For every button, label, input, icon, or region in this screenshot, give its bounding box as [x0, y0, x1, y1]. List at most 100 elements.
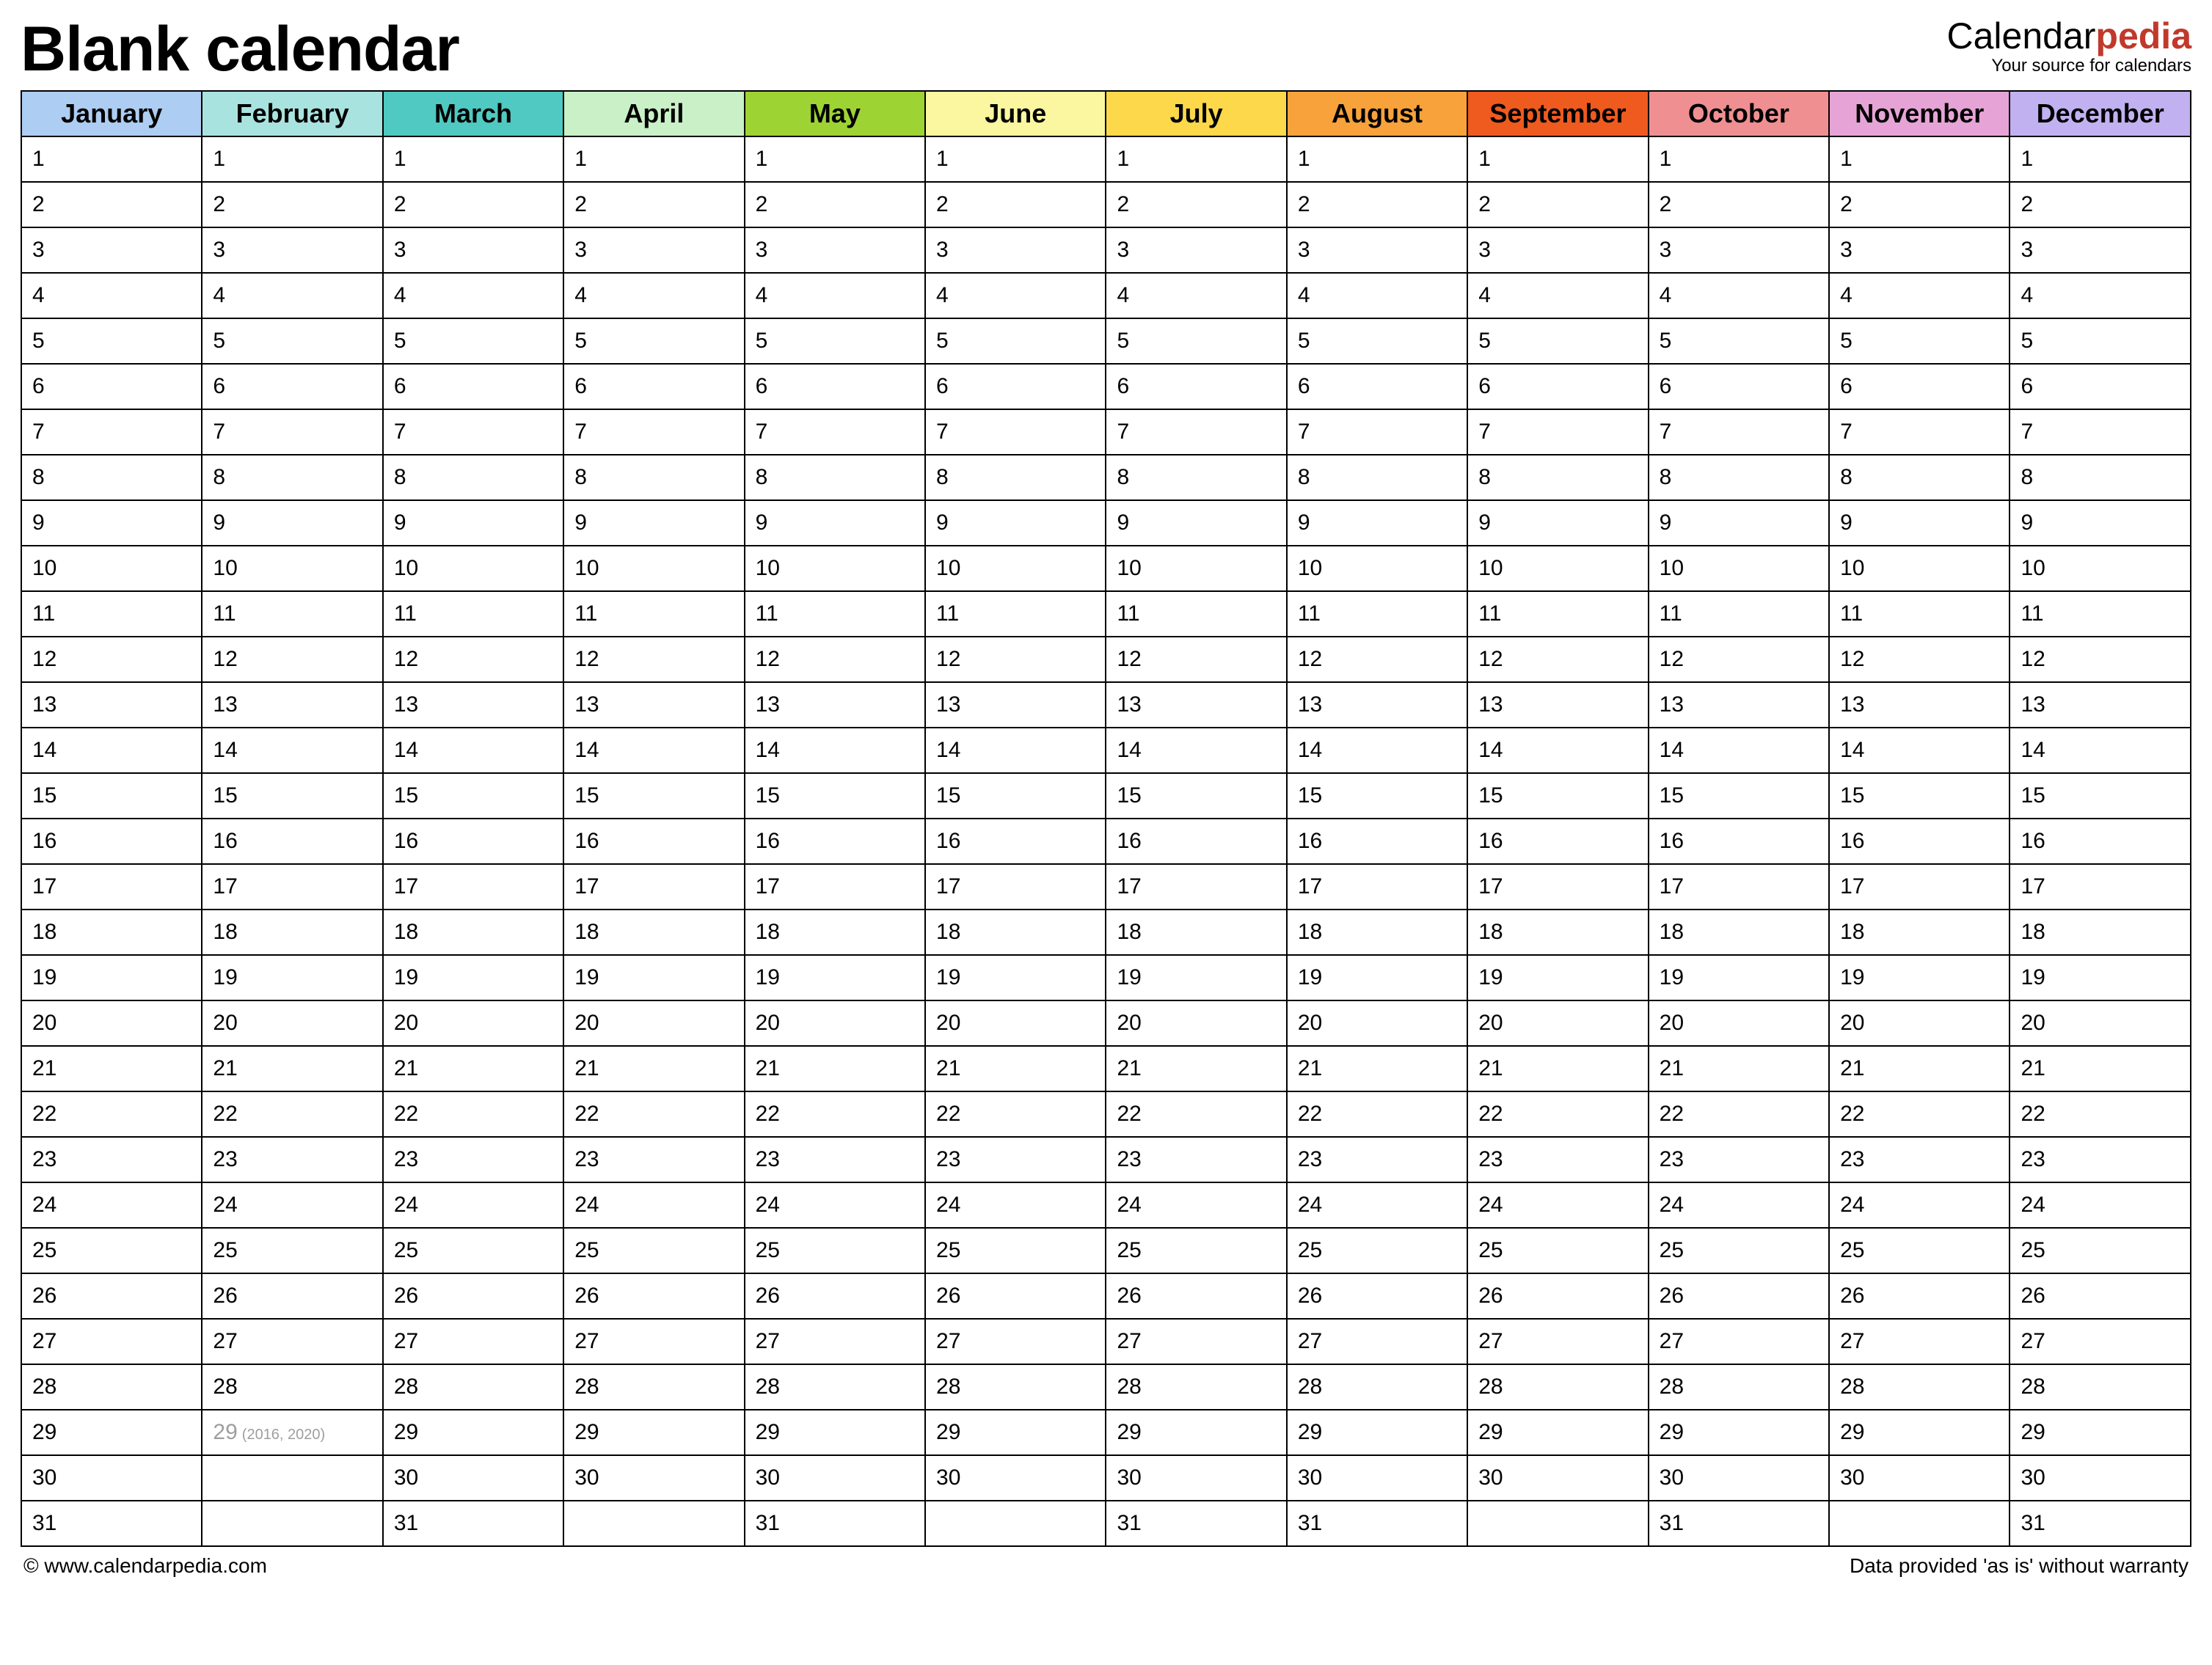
- day-row: 151515151515151515151515: [21, 773, 2191, 819]
- day-cell: 24: [1106, 1182, 1286, 1228]
- day-cell: 29: [1287, 1410, 1467, 1455]
- day-cell: 30: [1287, 1455, 1467, 1501]
- day-cell: 2: [563, 182, 744, 227]
- day-cell: 22: [1829, 1091, 2010, 1137]
- day-cell: 5: [1287, 318, 1467, 364]
- calendar-table: JanuaryFebruaryMarchAprilMayJuneJulyAugu…: [21, 90, 2191, 1547]
- day-cell: 4: [1287, 273, 1467, 318]
- day-number: 17: [1478, 874, 1503, 899]
- day-number: 7: [213, 420, 225, 444]
- day-number: 12: [213, 647, 237, 671]
- day-number: 2: [756, 192, 768, 216]
- day-number: 29: [936, 1420, 960, 1444]
- day-cell: 5: [563, 318, 744, 364]
- day-cell: 5: [745, 318, 925, 364]
- day-cell: 29: [563, 1410, 744, 1455]
- day-cell: 16: [745, 819, 925, 864]
- day-row: 181818181818181818181818: [21, 910, 2191, 955]
- day-number: 26: [2021, 1284, 2045, 1308]
- day-cell: 25: [383, 1228, 563, 1273]
- day-cell: 29: [1649, 1410, 1829, 1455]
- day-cell: 29: [925, 1410, 1106, 1455]
- day-number: 21: [1840, 1056, 1864, 1080]
- day-number: 17: [1117, 874, 1141, 899]
- day-number: 25: [936, 1238, 960, 1262]
- day-cell: 11: [745, 591, 925, 637]
- day-number: 10: [394, 556, 418, 580]
- day-cell: 28: [1467, 1364, 1648, 1410]
- day-cell: 19: [563, 955, 744, 1000]
- day-cell: 10: [563, 546, 744, 591]
- day-row: 222222222222: [21, 182, 2191, 227]
- day-cell: 29: [1467, 1410, 1648, 1455]
- day-number: 20: [756, 1011, 780, 1035]
- day-number: 30: [32, 1465, 56, 1490]
- day-number: 3: [936, 238, 949, 262]
- day-cell: 22: [1106, 1091, 1286, 1137]
- day-number: 13: [1298, 692, 1322, 717]
- day-cell: 2: [1829, 182, 2010, 227]
- day-number: 5: [1298, 329, 1310, 353]
- day-cell: 16: [1829, 819, 2010, 864]
- day-number: 26: [1840, 1284, 1864, 1308]
- day-number: 19: [936, 965, 960, 989]
- day-number: 8: [1117, 465, 1129, 489]
- day-cell: 13: [202, 682, 382, 728]
- day-cell: 23: [1287, 1137, 1467, 1182]
- day-number: 6: [32, 374, 45, 398]
- day-cell: 15: [1467, 773, 1648, 819]
- day-number: 7: [1117, 420, 1129, 444]
- day-cell: 30: [21, 1455, 202, 1501]
- day-cell: 10: [1287, 546, 1467, 591]
- day-cell: 15: [745, 773, 925, 819]
- day-cell: 15: [383, 773, 563, 819]
- day-number: 18: [394, 920, 418, 944]
- day-cell: 3: [1287, 227, 1467, 273]
- day-cell: 26: [1829, 1273, 2010, 1319]
- day-cell: 2: [1467, 182, 1648, 227]
- day-number: 1: [1840, 147, 1853, 171]
- day-number: 19: [2021, 965, 2045, 989]
- day-number: 11: [574, 601, 597, 626]
- day-number: 13: [1660, 692, 1684, 717]
- day-number: 6: [213, 374, 225, 398]
- day-cell: 30: [1829, 1455, 2010, 1501]
- day-row: 212121212121212121212121: [21, 1046, 2191, 1091]
- day-cell: 22: [2010, 1091, 2191, 1137]
- day-number: 2: [1298, 192, 1310, 216]
- day-number: 15: [32, 783, 56, 808]
- day-cell: 25: [745, 1228, 925, 1273]
- day-number: 27: [32, 1329, 56, 1353]
- day-number: 28: [1298, 1375, 1322, 1399]
- day-cell: 12: [21, 637, 202, 682]
- day-cell: 20: [383, 1000, 563, 1046]
- day-number: 18: [1298, 920, 1322, 944]
- day-cell: 14: [925, 728, 1106, 773]
- day-number: 27: [1117, 1329, 1141, 1353]
- day-cell: 26: [1287, 1273, 1467, 1319]
- day-number: 25: [1840, 1238, 1864, 1262]
- day-cell: 10: [202, 546, 382, 591]
- day-number: 29: [213, 1420, 237, 1444]
- day-number: 10: [1660, 556, 1684, 580]
- day-cell: 3: [2010, 227, 2191, 273]
- day-number: 9: [213, 511, 225, 535]
- day-cell: 19: [1467, 955, 1648, 1000]
- day-number: 15: [2021, 783, 2045, 808]
- day-number: 31: [1660, 1511, 1684, 1535]
- day-cell: 7: [1467, 409, 1648, 455]
- day-number: 15: [1117, 783, 1141, 808]
- day-number: 10: [574, 556, 599, 580]
- day-cell: 1: [1649, 136, 1829, 182]
- day-cell: 11: [1467, 591, 1648, 637]
- day-number: 24: [574, 1193, 599, 1217]
- day-cell: 1: [21, 136, 202, 182]
- day-number: 18: [213, 920, 237, 944]
- day-number: 30: [1478, 1465, 1503, 1490]
- day-cell: 11: [1287, 591, 1467, 637]
- day-number: 3: [1298, 238, 1310, 262]
- day-cell: 24: [745, 1182, 925, 1228]
- day-cell: 22: [1649, 1091, 1829, 1137]
- day-cell: 31: [2010, 1501, 2191, 1546]
- day-number: 26: [213, 1284, 237, 1308]
